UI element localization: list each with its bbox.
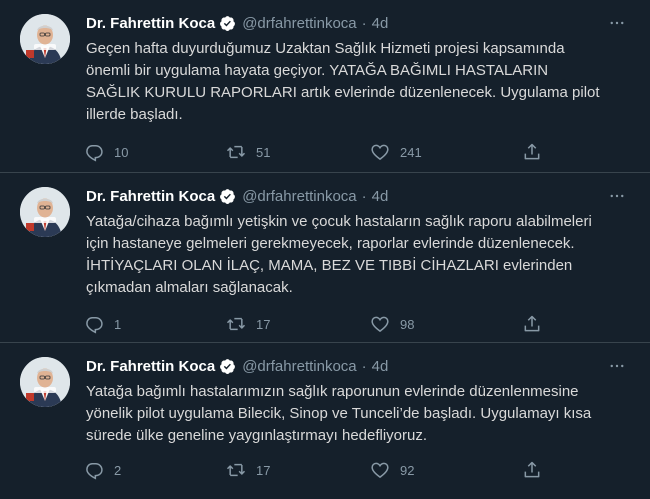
tweet-header: Dr. Fahrettin Koca @drfahrettinkoca · 4d xyxy=(86,12,388,34)
separator: · xyxy=(361,14,367,32)
retweet-count: 51 xyxy=(256,144,271,160)
tweet-thread: Dr. Fahrettin Koca @drfahrettinkoca · 4d… xyxy=(0,0,650,499)
tweet-actions: 10 51 241 xyxy=(78,140,558,164)
heart-icon xyxy=(371,144,389,160)
tweet-text: Yatağa/cihaza bağımlı yetişkin ve çocuk … xyxy=(86,213,592,296)
tweet-text: Geçen hafta duyurduğumuz Uzaktan Sağlık … xyxy=(86,40,600,123)
author-name[interactable]: Dr. Fahrettin Koca xyxy=(86,358,215,375)
like-button[interactable]: 98 xyxy=(370,312,414,336)
share-button[interactable] xyxy=(522,458,542,482)
reply-count: 2 xyxy=(114,462,122,478)
avatar[interactable] xyxy=(20,187,70,237)
retweet-count: 17 xyxy=(256,316,271,332)
author-handle[interactable]: @drfahrettinkoca xyxy=(242,15,356,32)
tweet-actions: 2 17 92 xyxy=(78,458,558,482)
reply-button[interactable]: 2 xyxy=(84,458,121,482)
like-button[interactable]: 92 xyxy=(370,458,414,482)
timestamp[interactable]: 4d xyxy=(372,358,389,375)
reply-button[interactable]: 1 xyxy=(84,312,121,336)
avatar[interactable] xyxy=(20,14,70,64)
share-icon xyxy=(524,461,540,478)
retweet-count: 17 xyxy=(256,462,271,478)
reply-count: 1 xyxy=(114,316,122,332)
more-icon[interactable] xyxy=(608,14,626,32)
tweet-actions: 1 17 98 xyxy=(78,312,558,336)
like-count: 92 xyxy=(400,462,415,478)
more-icon[interactable] xyxy=(608,357,626,375)
share-icon xyxy=(524,315,540,332)
verified-badge-icon xyxy=(219,15,236,32)
reply-icon xyxy=(86,317,103,334)
retweet-button[interactable]: 51 xyxy=(226,140,270,164)
tweet[interactable]: Dr. Fahrettin Koca @drfahrettinkoca · 4d… xyxy=(0,173,650,343)
author-name[interactable]: Dr. Fahrettin Koca xyxy=(86,188,215,205)
retweet-icon xyxy=(226,317,246,331)
share-icon xyxy=(524,143,540,160)
reply-icon xyxy=(86,463,103,480)
tweet[interactable]: Dr. Fahrettin Koca @drfahrettinkoca · 4d… xyxy=(0,343,650,499)
tweet-header: Dr. Fahrettin Koca @drfahrettinkoca · 4d xyxy=(86,355,388,377)
timestamp[interactable]: 4d xyxy=(372,188,389,205)
reply-icon xyxy=(86,145,103,162)
author-handle[interactable]: @drfahrettinkoca xyxy=(242,358,356,375)
author-name[interactable]: Dr. Fahrettin Koca xyxy=(86,15,215,32)
retweet-icon xyxy=(226,463,246,477)
verified-badge-icon xyxy=(219,188,236,205)
share-button[interactable] xyxy=(522,312,542,336)
tweet[interactable]: Dr. Fahrettin Koca @drfahrettinkoca · 4d… xyxy=(0,0,650,173)
separator: · xyxy=(361,187,367,205)
reply-count: 10 xyxy=(114,144,129,160)
tweet-text: Yatağa bağımlı hastalarımızın sağlık rap… xyxy=(86,383,592,444)
retweet-button[interactable]: 17 xyxy=(226,458,270,482)
like-button[interactable]: 241 xyxy=(370,140,422,164)
verified-badge-icon xyxy=(219,358,236,375)
heart-icon xyxy=(371,462,389,478)
tweet-header: Dr. Fahrettin Koca @drfahrettinkoca · 4d xyxy=(86,185,388,207)
like-count: 98 xyxy=(400,316,415,332)
retweet-button[interactable]: 17 xyxy=(226,312,270,336)
share-button[interactable] xyxy=(522,140,542,164)
reply-button[interactable]: 10 xyxy=(84,140,128,164)
avatar[interactable] xyxy=(20,357,70,407)
retweet-icon xyxy=(226,145,246,159)
author-handle[interactable]: @drfahrettinkoca xyxy=(242,188,356,205)
like-count: 241 xyxy=(400,144,422,160)
separator: · xyxy=(361,357,367,375)
heart-icon xyxy=(371,316,389,332)
timestamp[interactable]: 4d xyxy=(372,15,389,32)
more-icon[interactable] xyxy=(608,187,626,205)
